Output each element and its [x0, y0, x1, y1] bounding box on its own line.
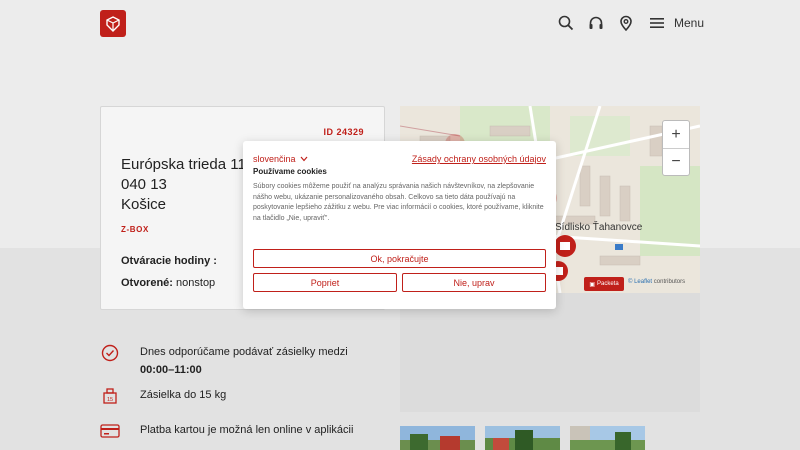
map-placeholder [400, 292, 700, 412]
language-label: slovenčina [253, 154, 296, 164]
cookie-dialog: slovenčina Zásady ochrany osobných údajo… [243, 141, 556, 309]
location-pin-icon[interactable] [617, 14, 635, 32]
info-text: Platba kartou je možná len online v apli… [140, 424, 354, 436]
headset-icon[interactable] [587, 14, 605, 32]
customize-cookies-button[interactable]: Nie, uprav [402, 273, 546, 292]
info-row-weight: 15 Zásielka do 15 kg [100, 386, 390, 406]
packeta-badge-label: Packeta [596, 281, 619, 287]
menu-button-label[interactable]: Menu [674, 16, 704, 30]
clock-icon [100, 343, 120, 363]
opening-hours-label: Otváracie hodiny : [121, 255, 217, 267]
hamburger-icon[interactable] [648, 14, 666, 32]
cookie-title: Používame cookies [253, 167, 327, 176]
open-value: nonstop [176, 277, 216, 289]
open-label: Otvorené: [121, 277, 173, 289]
info-row-payment: Platba kartou je možná len online v apli… [100, 421, 390, 441]
address: Európska trieda 11 040 13 Košice [121, 155, 246, 215]
photo-thumbnail[interactable] [570, 426, 645, 450]
address-street: Európska trieda 11 [121, 156, 246, 173]
packeta-logo[interactable] [100, 10, 126, 37]
info-row-recommended-time: Dnes odporúčame podávať zásielky medzi 0… [100, 343, 390, 379]
search-icon[interactable] [557, 14, 575, 32]
contributors-text: contributors [653, 279, 686, 285]
packeta-logo-icon [106, 15, 120, 32]
page: Menu ID 24329 Európska trieda 11 040 13 … [0, 0, 800, 450]
info-text-time: 00:00–11:00 [140, 364, 202, 376]
zoom-out-button[interactable]: − [663, 148, 689, 175]
chevron-down-icon [300, 156, 307, 162]
privacy-policy-link[interactable]: Zásady ochrany osobných údajov [412, 154, 546, 164]
map-attribution: © Leaflet contributors [628, 279, 685, 285]
zoom-in-button[interactable]: + [663, 121, 689, 148]
zoom-control: + − [662, 120, 690, 176]
packeta-badge-icon: ▣ [589, 281, 595, 288]
language-selector[interactable]: slovenčina [253, 154, 308, 164]
info-text-prefix: Dnes odporúčame podávať zásielky medzi [140, 346, 348, 358]
photo-thumbnail[interactable] [400, 426, 475, 450]
address-zip: 040 13 [121, 176, 167, 193]
cookie-description: Súbory cookies môžeme použiť na analýzu … [253, 183, 544, 222]
point-type-badge: Z-BOX [121, 225, 149, 234]
open-status: Otvorené: nonstop [121, 277, 215, 289]
card-icon [100, 421, 120, 441]
accept-cookies-button[interactable]: Ok, pokračujte [253, 249, 546, 268]
photo-thumbnail[interactable] [485, 426, 560, 450]
svg-text:15: 15 [107, 397, 113, 403]
map-place-label: Sídlisko Ťahanovce [555, 222, 643, 233]
address-city: Košice [121, 196, 167, 213]
pickup-point-id: ID 24329 [323, 127, 364, 137]
reject-cookies-button[interactable]: Popriet [253, 273, 397, 292]
map-packeta-badge[interactable]: ▣ Packeta [584, 277, 624, 291]
scale-icon: 15 [100, 386, 120, 406]
leaflet-link[interactable]: © Leaflet [628, 279, 652, 285]
info-text: Dnes odporúčame podávať zásielky medzi 0… [140, 343, 370, 379]
info-text: Zásielka do 15 kg [140, 389, 227, 401]
